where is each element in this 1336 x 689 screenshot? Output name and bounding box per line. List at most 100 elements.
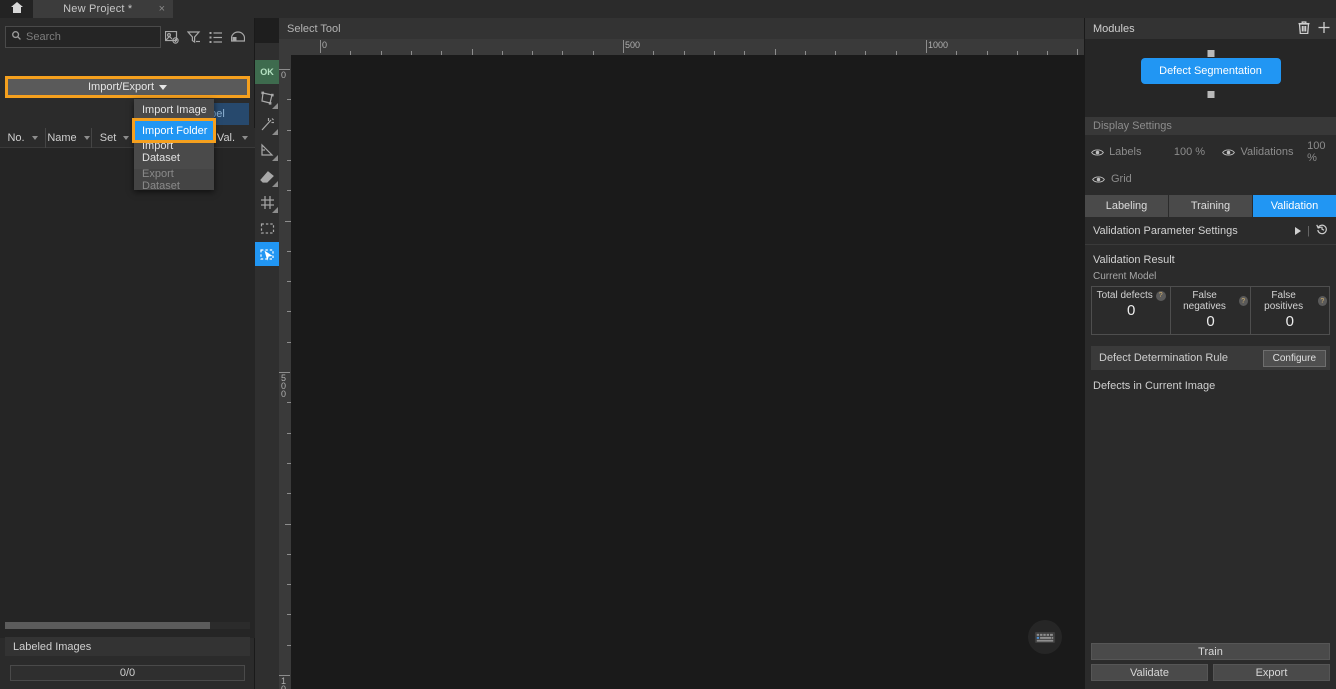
metric-header: False positives ? [1251, 287, 1329, 312]
sort-icon [31, 136, 38, 140]
module-top-handle[interactable] [1207, 50, 1214, 57]
eye-icon[interactable] [1085, 175, 1111, 184]
search-icon [12, 31, 21, 43]
tab-bar-empty [173, 0, 1336, 18]
home-icon [10, 2, 23, 16]
menu-item-import-dataset[interactable]: Import Dataset [134, 140, 214, 164]
import-export-button[interactable]: Import/Export [8, 79, 247, 95]
search-placeholder: Search [26, 31, 61, 43]
help-icon[interactable]: ? [1238, 296, 1248, 306]
eye-icon[interactable] [1085, 148, 1109, 157]
export-button[interactable]: Export [1213, 664, 1330, 681]
validation-result-label: Validation Result [1093, 254, 1175, 266]
metric-header: Total defects ? [1092, 287, 1170, 301]
train-button[interactable]: Train [1091, 643, 1330, 660]
menu-item-label: Import Folder [142, 124, 208, 137]
magic-wand-tool[interactable] [255, 112, 279, 136]
image-settings-icon[interactable] [161, 26, 183, 48]
tool-expand-corner [272, 181, 278, 187]
tool-expand-corner [272, 207, 278, 213]
vertical-ruler[interactable]: 0500100015002 [279, 55, 291, 689]
tab-labeling[interactable]: Labeling [1085, 195, 1169, 217]
labeled-images-progress: 0/0 [10, 665, 245, 681]
menu-item-label: Export Dataset [142, 167, 180, 192]
configure-label: Configure [1272, 352, 1316, 364]
menu-item-import-image[interactable]: Import Image [134, 99, 214, 120]
ruler-v-label: 500 [281, 373, 287, 399]
validation-parameter-settings-row[interactable]: Validation Parameter Settings | [1085, 217, 1336, 245]
validation-parameter-settings-label: Validation Parameter Settings [1093, 224, 1238, 237]
ruler-h-label: 500 [625, 40, 641, 50]
menu-item-export-dataset: Export Dataset [134, 167, 214, 192]
display-value-labels[interactable]: 100 % [1174, 146, 1217, 158]
tab-training[interactable]: Training [1169, 195, 1253, 217]
ruler-corner [279, 39, 291, 55]
column-label: Val. [216, 132, 236, 144]
project-tab[interactable]: New Project * × [33, 0, 173, 18]
image-canvas[interactable] [291, 55, 1084, 689]
panel-layout-icon[interactable] [227, 26, 249, 48]
polygon-tool[interactable] [255, 86, 279, 110]
triangle-right-icon[interactable] [1295, 226, 1302, 235]
metric-value: 0 [1285, 313, 1294, 330]
module-node-defect-segmentation[interactable]: Defect Segmentation [1140, 58, 1281, 84]
display-row-grid: Grid [1085, 169, 1336, 189]
list-view-icon[interactable] [205, 26, 227, 48]
eye-icon[interactable] [1216, 148, 1240, 157]
angle-tool[interactable] [255, 138, 279, 162]
marquee-select-tool[interactable] [255, 216, 279, 240]
keyboard-icon[interactable] [1028, 620, 1062, 654]
column-header-set[interactable]: Set [92, 128, 138, 148]
close-icon[interactable]: × [155, 3, 165, 15]
display-label-validations: Validations [1240, 146, 1294, 158]
help-icon[interactable]: ? [1317, 296, 1327, 306]
column-header-no[interactable]: No. [0, 128, 46, 148]
grid-tool[interactable] [255, 190, 279, 214]
display-value-validations[interactable]: 100 % [1307, 140, 1336, 164]
modules-title: Modules [1093, 22, 1135, 35]
filter-icon[interactable] [183, 26, 205, 48]
module-graph-canvas[interactable]: Defect Segmentation [1085, 39, 1336, 117]
defects-in-current-image-label: Defects in Current Image [1085, 370, 1336, 392]
confirm-ok-tool[interactable]: OK [255, 60, 279, 84]
sort-icon [242, 136, 249, 140]
metric-value: 0 [1206, 313, 1215, 330]
sort-icon [83, 136, 90, 140]
module-bottom-handle[interactable] [1207, 91, 1214, 98]
column-label: No. [7, 132, 25, 144]
history-reset-icon[interactable] [1316, 223, 1328, 238]
column-header-name[interactable]: Name [46, 128, 92, 148]
ok-label: OK [260, 67, 274, 77]
tool-header-label: Select Tool [287, 22, 341, 35]
menu-item-label: Import Image [142, 103, 207, 116]
display-settings-header[interactable]: Display Settings [1085, 117, 1336, 135]
eraser-tool[interactable] [255, 164, 279, 188]
display-settings-body: Labels 100 % Validations 100 % Grid [1085, 135, 1336, 195]
current-model-text: Current Model [1093, 271, 1157, 282]
plus-icon[interactable] [1310, 21, 1330, 37]
tab-validation[interactable]: Validation [1253, 195, 1336, 217]
ruler-v-label: 1000 [281, 676, 287, 689]
canvas-tool-header: Select Tool [279, 18, 1085, 39]
trash-icon[interactable] [1290, 20, 1310, 37]
application-window: New Project * × Search Import/Export abe… [0, 0, 1336, 689]
search-input[interactable]: Search [5, 26, 161, 48]
defect-determination-rule-row: Defect Determination Rule Configure [1091, 346, 1330, 370]
divider: | [1307, 224, 1310, 237]
horizontal-ruler[interactable]: 0500100015002x25 [291, 39, 1085, 55]
home-button[interactable] [0, 0, 33, 18]
search-row: Search [5, 25, 249, 49]
help-icon[interactable]: ? [1155, 290, 1166, 301]
move-select-tool[interactable] [255, 242, 279, 266]
metric-false-negatives: False negatives ? 0 [1171, 287, 1251, 334]
menu-item-import-folder[interactable]: Import Folder [132, 118, 216, 143]
tab-label: Training [1190, 200, 1231, 212]
image-table-body[interactable] [0, 148, 255, 638]
validate-button[interactable]: Validate [1091, 664, 1208, 681]
ruler-h-label: 0 [322, 40, 328, 50]
configure-button[interactable]: Configure [1262, 349, 1326, 367]
modules-header: Modules [1085, 18, 1336, 39]
horizontal-scrollbar[interactable] [5, 622, 250, 629]
validation-result-title: Validation Result [1085, 245, 1336, 269]
column-header-val[interactable]: Val. [210, 128, 255, 148]
